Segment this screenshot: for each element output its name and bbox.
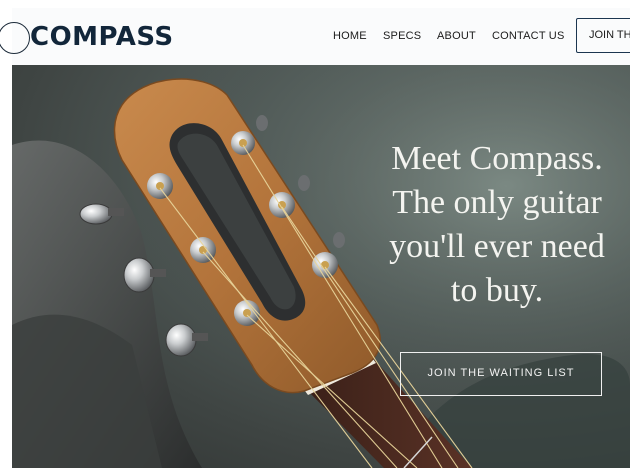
hero-headline-line: to buy. — [450, 272, 544, 309]
logo-ring-icon — [0, 22, 30, 54]
nav-home[interactable]: HOME — [333, 30, 367, 42]
hero-headline-line: you'll ever need — [389, 228, 605, 265]
site-logo[interactable]: COMPASS — [30, 22, 174, 52]
nav-contact-us[interactable]: CONTACT US — [492, 30, 565, 42]
window-edge — [0, 0, 12, 468]
join-waiting-list-button[interactable]: JOIN THE WAITING LIST — [400, 352, 602, 396]
hero-headline-line: Meet Compass. — [391, 140, 603, 177]
site-header: COMPASS HOME SPECS ABOUT CONTACT US JOIN… — [0, 8, 630, 66]
nav-about[interactable]: ABOUT — [437, 30, 476, 42]
hero-headline-line: The only guitar — [392, 184, 602, 221]
join-button-header[interactable]: JOIN TH — [576, 18, 630, 53]
join-waiting-list-label: JOIN THE WAITING LIST — [427, 367, 575, 379]
join-button-header-label: JOIN TH — [589, 29, 630, 41]
nav-specs[interactable]: SPECS — [383, 30, 421, 42]
page: COMPASS HOME SPECS ABOUT CONTACT US JOIN… — [0, 0, 630, 468]
hero-headline: Meet Compass. The only guitar you'll eve… — [362, 137, 630, 313]
hero-section: Meet Compass. The only guitar you'll eve… — [12, 65, 630, 468]
